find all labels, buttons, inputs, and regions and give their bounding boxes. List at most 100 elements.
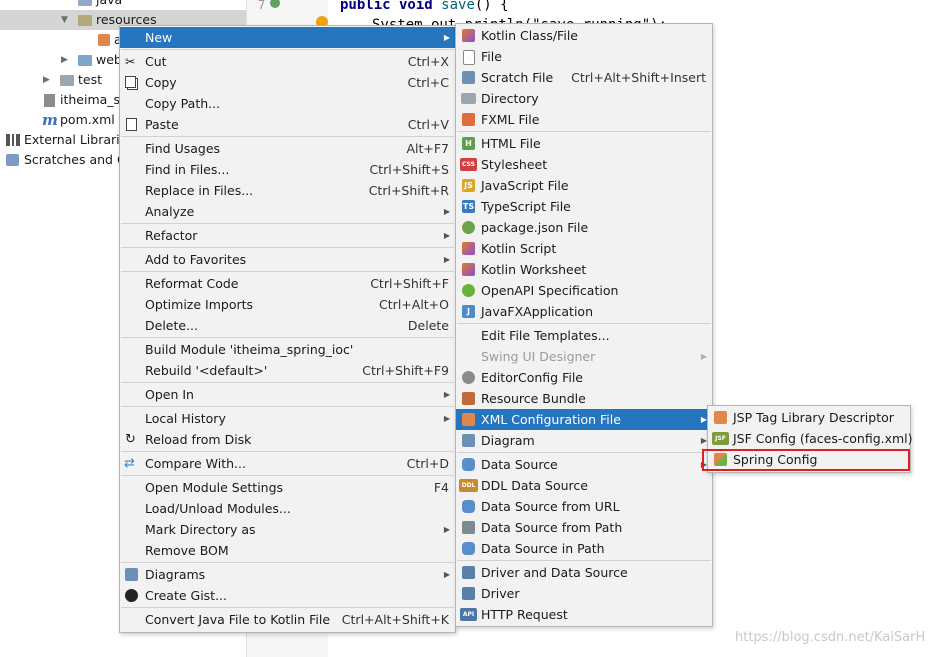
- menu-item-delete[interactable]: Delete... Delete: [120, 315, 455, 336]
- menu-separator: [121, 136, 454, 137]
- menu-shortcut: Ctrl+Alt+O: [379, 297, 449, 312]
- html-file-icon: H: [462, 137, 475, 150]
- menu-separator: [121, 562, 454, 563]
- new-item-kotlin-worksheet[interactable]: Kotlin Worksheet: [456, 259, 712, 280]
- new-item-data-source-in-path[interactable]: Data Source in Path: [456, 538, 712, 559]
- menu-item-convert-to-kotlin[interactable]: Convert Java File to Kotlin File Ctrl+Al…: [120, 609, 455, 630]
- menu-item-label: Optimize Imports: [145, 297, 254, 312]
- menu-item-reload-from-disk[interactable]: ↻ Reload from Disk: [120, 429, 455, 450]
- menu-separator: [121, 475, 454, 476]
- menu-item-label: Find Usages: [145, 141, 221, 156]
- xml-item-jsf-config[interactable]: JSF JSF Config (faces-config.xml): [708, 428, 913, 449]
- tree-item-label: itheima_sp: [60, 92, 128, 107]
- new-item-data-source-from-path[interactable]: Data Source from Path: [456, 517, 712, 538]
- new-item-data-source-from-url[interactable]: Data Source from URL: [456, 496, 712, 517]
- menu-item-paste[interactable]: Paste Ctrl+V: [120, 114, 455, 135]
- menu-item-load-unload-modules[interactable]: Load/Unload Modules...: [120, 498, 455, 519]
- menu-item-copy-path[interactable]: Copy Path...: [120, 93, 455, 114]
- driver-icon: [462, 587, 475, 600]
- menu-item-find-in-files[interactable]: Find in Files... Ctrl+Shift+S: [120, 159, 455, 180]
- xml-item-jsp-tag-library[interactable]: JSP Tag Library Descriptor: [708, 407, 910, 428]
- menu-item-analyze[interactable]: Analyze ▶: [120, 201, 455, 222]
- new-item-driver-and-data-source[interactable]: Driver and Data Source: [456, 562, 712, 583]
- new-item-http-request[interactable]: API HTTP Request: [456, 604, 712, 625]
- menu-item-refactor[interactable]: Refactor ▶: [120, 225, 455, 246]
- new-item-kotlin-class[interactable]: Kotlin Class/File: [456, 25, 712, 46]
- new-item-file[interactable]: File: [456, 46, 712, 67]
- submenu-arrow-icon: ▶: [700, 352, 707, 361]
- tree-item-label: java: [96, 0, 122, 10]
- new-item-driver[interactable]: Driver: [456, 583, 712, 604]
- new-item-directory[interactable]: Directory: [456, 88, 712, 109]
- menu-item-find-usages[interactable]: Find Usages Alt+F7: [120, 138, 455, 159]
- menu-shortcut: Ctrl+V: [407, 117, 449, 132]
- menu-separator: [121, 607, 454, 608]
- menu-item-label: Create Gist...: [145, 588, 228, 603]
- menu-shortcut: Ctrl+Alt+Shift+Insert: [571, 70, 706, 85]
- menu-item-label: Replace in Files...: [145, 183, 254, 198]
- menu-item-label: DDL Data Source: [481, 478, 588, 493]
- menu-item-rebuild[interactable]: Rebuild '<default>' Ctrl+Shift+F9: [120, 360, 455, 381]
- code-function: save: [441, 0, 475, 13]
- menu-item-label: Resource Bundle: [481, 391, 586, 406]
- chevron-right-icon[interactable]: ▶: [61, 50, 68, 70]
- new-item-html-file[interactable]: H HTML File: [456, 133, 712, 154]
- menu-item-label: Reformat Code: [145, 276, 239, 291]
- menu-item-new[interactable]: New ▶: [120, 27, 455, 48]
- new-item-kotlin-script[interactable]: Kotlin Script: [456, 238, 712, 259]
- new-item-editorconfig[interactable]: EditorConfig File: [456, 367, 712, 388]
- menu-item-compare-with[interactable]: ⇄ Compare With... Ctrl+D: [120, 453, 455, 474]
- menu-item-label: Refactor: [145, 228, 198, 243]
- new-item-package-json[interactable]: package.json File: [456, 217, 712, 238]
- menu-item-reformat-code[interactable]: Reformat Code Ctrl+Shift+F: [120, 273, 455, 294]
- menu-item-copy[interactable]: Copy Ctrl+C: [120, 72, 455, 93]
- menu-item-label: Reload from Disk: [145, 432, 252, 447]
- menu-item-remove-bom[interactable]: Remove BOM: [120, 540, 455, 561]
- menu-separator: [457, 452, 711, 453]
- menu-item-label: Find in Files...: [145, 162, 230, 177]
- new-item-javafx-application[interactable]: J JavaFXApplication: [456, 301, 712, 322]
- new-item-swing-ui-designer[interactable]: Swing UI Designer ▶: [456, 346, 712, 367]
- menu-separator: [121, 382, 454, 383]
- menu-item-label: Add to Favorites: [145, 252, 247, 267]
- new-item-stylesheet[interactable]: CSS Stylesheet: [456, 154, 712, 175]
- new-item-xml-configuration-file[interactable]: XML Configuration File ▶: [456, 409, 712, 430]
- menu-separator: [121, 49, 454, 50]
- new-item-ddl-data-source[interactable]: DDL DDL Data Source: [456, 475, 712, 496]
- reload-icon: ↻: [125, 432, 136, 447]
- submenu-arrow-icon: ▶: [443, 390, 450, 399]
- menu-item-replace-in-files[interactable]: Replace in Files... Ctrl+Shift+R: [120, 180, 455, 201]
- menu-item-label: TypeScript File: [481, 199, 571, 214]
- new-item-scratch-file[interactable]: Scratch File Ctrl+Alt+Shift+Insert: [456, 67, 712, 88]
- chevron-right-icon[interactable]: ▶: [43, 70, 50, 90]
- menu-item-add-to-favorites[interactable]: Add to Favorites ▶: [120, 249, 455, 270]
- new-item-openapi[interactable]: OpenAPI Specification: [456, 280, 712, 301]
- menu-item-optimize-imports[interactable]: Optimize Imports Ctrl+Alt+O: [120, 294, 455, 315]
- ts-file-icon: TS: [462, 200, 475, 213]
- menu-item-local-history[interactable]: Local History ▶: [120, 408, 455, 429]
- js-file-icon: JS: [462, 179, 475, 192]
- menu-item-build-module[interactable]: Build Module 'itheima_spring_ioc': [120, 339, 455, 360]
- api-icon: API: [460, 608, 477, 621]
- new-item-data-source[interactable]: Data Source ▶: [456, 454, 712, 475]
- scratches-icon: [6, 154, 19, 166]
- menu-item-open-in[interactable]: Open In ▶: [120, 384, 455, 405]
- menu-item-diagrams[interactable]: Diagrams ▶: [120, 564, 455, 585]
- new-item-javascript-file[interactable]: JS JavaScript File: [456, 175, 712, 196]
- menu-shortcut: Ctrl+Shift+S: [369, 162, 449, 177]
- menu-item-cut[interactable]: ✂ Cut Ctrl+X: [120, 51, 455, 72]
- new-item-fxml-file[interactable]: FXML File: [456, 109, 712, 130]
- new-item-edit-file-templates[interactable]: Edit File Templates...: [456, 325, 712, 346]
- menu-item-mark-directory-as[interactable]: Mark Directory as ▶: [120, 519, 455, 540]
- menu-item-open-module-settings[interactable]: Open Module Settings F4: [120, 477, 455, 498]
- menu-separator: [121, 406, 454, 407]
- new-item-resource-bundle[interactable]: Resource Bundle: [456, 388, 712, 409]
- new-item-diagram[interactable]: Diagram ▶: [456, 430, 712, 451]
- submenu-arrow-icon: ▶: [443, 414, 450, 423]
- paste-icon: [126, 118, 137, 131]
- new-item-typescript-file[interactable]: TS TypeScript File: [456, 196, 712, 217]
- menu-shortcut: Ctrl+Shift+R: [368, 183, 449, 198]
- code-rest: () {: [474, 0, 509, 13]
- chevron-down-icon[interactable]: ▼: [61, 10, 68, 30]
- menu-item-create-gist[interactable]: Create Gist...: [120, 585, 455, 606]
